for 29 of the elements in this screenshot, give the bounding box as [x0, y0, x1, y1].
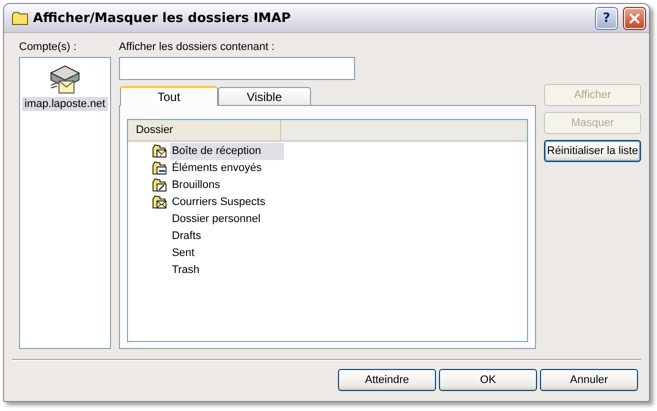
reset-list-button[interactable]: Réinitialiser la liste [544, 140, 641, 162]
folder-icon [12, 12, 28, 24]
cancel-button[interactable]: Annuler [540, 369, 638, 391]
drafts-folder-icon [152, 178, 168, 193]
tab[interactable]: Visible [218, 87, 311, 105]
close-icon [629, 12, 640, 24]
ok-button[interactable]: OK [439, 369, 537, 391]
folder-item[interactable]: Courriers Suspects [170, 194, 284, 211]
account-item[interactable]: imap.laposte.net [22, 97, 108, 111]
folder-item[interactable]: Sent [170, 245, 284, 262]
folder-item[interactable]: Éléments envoyés [170, 160, 284, 177]
help-button[interactable]: ? [596, 8, 617, 28]
folder-item[interactable]: Brouillons [170, 177, 284, 194]
window-title: Afficher/Masquer les dossiers IMAP [33, 10, 292, 26]
junk-folder-icon [152, 195, 168, 210]
go-to-button[interactable]: Atteindre [338, 369, 436, 391]
mail-server-icon [48, 63, 82, 95]
column-header[interactable]: Dossier [128, 120, 281, 140]
close-button[interactable] [624, 8, 645, 28]
folder-item[interactable]: Dossier personnel [170, 211, 284, 228]
inbox-folder-icon [152, 144, 168, 159]
folder-item[interactable]: Drafts [170, 228, 284, 245]
folder-item[interactable]: Trash [170, 262, 284, 279]
accounts-label: Compte(s) : [19, 40, 78, 55]
filter-field[interactable] [118, 57, 355, 80]
folder-item[interactable]: Boîte de réception [170, 143, 284, 160]
sent-folder-icon [152, 161, 168, 176]
filter-label: Afficher les dossiers contenant : [118, 40, 276, 55]
tab[interactable]: Tout [120, 86, 218, 106]
